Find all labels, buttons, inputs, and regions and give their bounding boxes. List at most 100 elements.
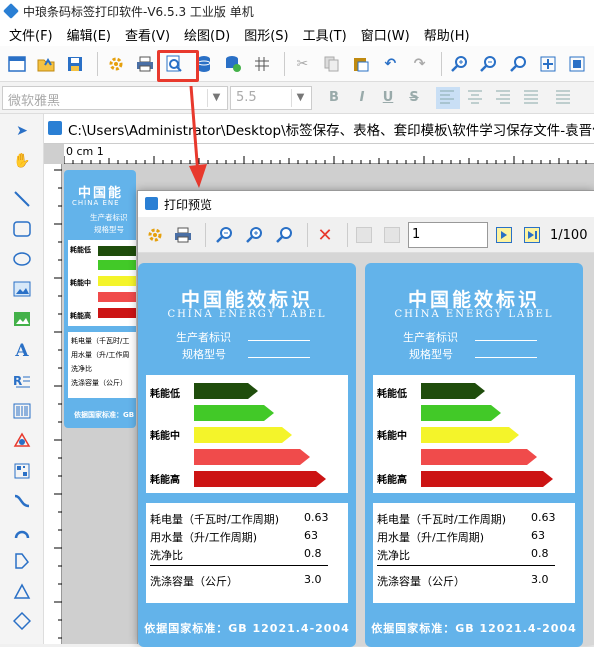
zoom-fit-icon[interactable] (506, 51, 531, 77)
preview-app-icon (145, 197, 158, 210)
label-producer: 生产者标识 (176, 331, 231, 344)
grid-icon[interactable] (249, 51, 274, 77)
paste-icon[interactable] (348, 51, 373, 77)
font-size-select[interactable]: 5.5 ▼ (230, 86, 312, 110)
page-number-value: 1 (412, 227, 421, 242)
menu-shape[interactable]: 图形(S) (237, 25, 295, 44)
canvas-bar-4 (98, 292, 136, 302)
canvas-label-model: 规格型号 (94, 225, 124, 234)
preview-page-area[interactable]: 中国能效标识 CHINA ENERGY LABEL 生产者标识 规格型号 耗能低… (138, 253, 594, 647)
menu-edit[interactable]: 编辑(E) (60, 25, 118, 44)
canvas-row-4: 洗涤容量（公斤） (71, 379, 127, 387)
menu-help[interactable]: 帮助(H) (417, 25, 477, 44)
menu-view[interactable]: 查看(V) (118, 25, 177, 44)
toolbar-separator (441, 51, 443, 76)
row-clean-value: 0.8 (531, 547, 549, 560)
toolbar-separator (283, 51, 285, 76)
grade-low: 耗能低 (377, 389, 407, 400)
menu-draw[interactable]: 绘图(D) (177, 25, 237, 44)
canvas-bar-2 (98, 260, 136, 270)
toolbar-separator (205, 223, 206, 247)
triangle-tool-icon[interactable] (9, 580, 35, 602)
canvas-label-subtitle: CHINA ENE (72, 199, 120, 207)
document-tab[interactable]: C:\Users\Administrator\Desktop\标签保存、表格、套… (44, 114, 594, 144)
label-title: 中国能效标识 (407, 289, 540, 311)
paragraph-tool-icon[interactable]: R (9, 370, 35, 392)
pan-icon[interactable]: ✋ (9, 150, 35, 172)
fit-page-icon[interactable] (535, 51, 560, 77)
rectangle-tool-icon[interactable] (9, 218, 35, 240)
canvas-grade-low: 耗能低 (70, 246, 91, 254)
row-water-label: 用水量（升/工作周期) (150, 531, 257, 544)
main-toolbar: ✂ ↶ ↷ (0, 46, 594, 82)
menu-tools[interactable]: 工具(T) (296, 25, 354, 44)
data-divider (377, 565, 555, 566)
cut-icon[interactable]: ✂ (290, 51, 315, 77)
undo-icon[interactable]: ↶ (378, 51, 403, 77)
data-divider (150, 565, 328, 566)
image-tool-icon[interactable] (9, 278, 35, 300)
preview-zoom-in-icon[interactable] (242, 222, 268, 248)
select-pointer-icon[interactable]: ➤ (9, 120, 35, 142)
last-page-icon[interactable] (524, 227, 540, 243)
preview-zoom-out-icon[interactable] (212, 222, 238, 248)
save-icon[interactable] (63, 51, 88, 77)
row-water-value: 63 (304, 529, 318, 542)
label-grade-chart: 耗能低 耗能中 耗能高 (146, 375, 348, 493)
svg-text:R: R (13, 374, 22, 388)
preview-settings-icon[interactable] (142, 222, 168, 248)
prev-page-icon[interactable] (384, 227, 400, 243)
strikethrough-button[interactable]: S (402, 86, 426, 110)
document-icon (48, 121, 62, 135)
shape-tool-icon[interactable] (9, 430, 35, 452)
title-bar: 中琅条码标签打印软件-V6.5.3 工业版 单机 (0, 0, 594, 22)
label-model: 规格型号 (409, 348, 453, 361)
canvas-grade-mid: 耗能中 (70, 279, 91, 287)
database-settings-icon[interactable] (220, 51, 245, 77)
canvas-label-design[interactable]: 中国能 CHINA ENE 生产者标识 规格型号 耗能低 耗能中 耗能高 耗电量… (64, 170, 136, 428)
menu-window[interactable]: 窗口(W) (354, 25, 417, 44)
canvas-grade-high: 耗能高 (70, 312, 91, 320)
zoom-in-icon[interactable] (447, 51, 472, 77)
preview-close-icon[interactable]: ✕ (312, 222, 338, 248)
label-producer: 生产者标识 (403, 331, 458, 344)
next-page-icon[interactable] (496, 227, 512, 243)
line-tool-icon[interactable] (9, 188, 35, 210)
zoom-out-icon[interactable] (477, 51, 502, 77)
arc-tool-icon[interactable] (9, 520, 35, 542)
copy-icon[interactable] (319, 51, 344, 77)
qrcode-tool-icon[interactable] (9, 460, 35, 482)
row-energy-value: 0.63 (531, 511, 556, 524)
label-grade-chart: 耗能低 耗能中 耗能高 (373, 375, 575, 493)
diamond-tool-icon[interactable] (9, 610, 35, 632)
settings-icon[interactable] (103, 51, 128, 77)
first-page-icon[interactable] (356, 227, 372, 243)
picture-tool-icon[interactable] (9, 308, 35, 330)
italic-button[interactable]: I (350, 86, 374, 110)
page-number-input[interactable]: 1 (408, 222, 488, 248)
row-clean-label: 洗净比 (377, 549, 410, 562)
preview-print-icon[interactable] (170, 222, 196, 248)
new-icon[interactable] (4, 51, 29, 77)
menu-file[interactable]: 文件(F) (2, 25, 60, 44)
redo-icon[interactable]: ↷ (407, 51, 432, 77)
toolbar-separator (307, 223, 308, 247)
row-water-label: 用水量（升/工作周期) (377, 531, 484, 544)
canvas-label-producer: 生产者标识 (90, 213, 128, 222)
font-size-value: 5.5 (236, 90, 257, 105)
canvas-label-chart: 耗能低 耗能中 耗能高 (68, 240, 136, 326)
print-icon[interactable] (132, 51, 157, 77)
actual-size-icon[interactable] (565, 51, 590, 77)
open-icon[interactable] (33, 51, 58, 77)
polygon-tool-icon[interactable] (9, 550, 35, 572)
underline-button[interactable]: U (376, 86, 400, 110)
ellipse-tool-icon[interactable] (9, 248, 35, 270)
barcode-tool-icon[interactable] (9, 400, 35, 422)
text-tool-icon[interactable]: A (9, 340, 35, 362)
preview-zoom-fit-icon[interactable] (272, 222, 298, 248)
label-model: 规格型号 (182, 348, 226, 361)
grade-high: 耗能高 (377, 475, 407, 486)
curve-tool-icon[interactable] (9, 490, 35, 512)
bold-button[interactable]: B (322, 86, 346, 110)
left-toolbox: ➤ ✋ A R (0, 114, 44, 644)
